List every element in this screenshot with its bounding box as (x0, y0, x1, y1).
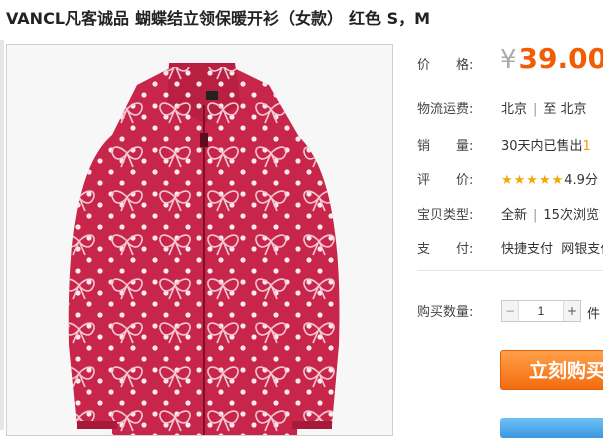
ship-to[interactable]: 至 北京 (543, 102, 586, 117)
payment-value: 快捷支付 网银支付 (501, 238, 603, 257)
rating-score: 4.9分 (564, 173, 598, 188)
sales-count: 1 (582, 139, 591, 154)
left-border (0, 40, 4, 430)
jacket-photo (7, 45, 392, 435)
add-to-cart-button[interactable] (500, 418, 603, 438)
product-variant: 红色 S，M (349, 9, 431, 28)
divider (417, 270, 603, 271)
ship-from: 北京 (501, 102, 528, 117)
price-value: ¥39.00 (500, 42, 603, 75)
price-amount: 39.00 (518, 42, 603, 75)
brand-name: VANCL凡客诚品 (6, 9, 130, 28)
increase-button[interactable]: + (563, 301, 580, 321)
payment-label: 支 付: (417, 242, 474, 257)
currency-symbol: ¥ (500, 45, 517, 75)
product-name: 蝴蝶结立领保暖开衫（女款） (135, 9, 344, 28)
quantity-unit: 件 (587, 307, 601, 322)
price-label: 价 格: (417, 58, 474, 73)
quantity-label: 购买数量: (417, 305, 474, 320)
sales-value: 30天内已售出1 (501, 139, 591, 154)
decrease-button[interactable]: − (502, 301, 519, 321)
views-count: 15次浏览 (543, 208, 599, 223)
type-label: 宝贝类型: (417, 208, 474, 223)
shipping-value: 北京 | 至 北京 (501, 102, 587, 117)
rating-label: 评 价: (417, 173, 474, 188)
buy-now-button[interactable]: 立刻购买 (500, 350, 603, 390)
type-value: 全新 | 15次浏览 (501, 208, 599, 223)
product-title: VANCL凡客诚品 蝴蝶结立领保暖开衫（女款） 红色 S，M (6, 5, 430, 29)
star-rating-icon: ★★★★★ (501, 173, 565, 188)
payment-quick[interactable]: 快捷支付 (501, 242, 553, 257)
sales-label: 销 量: (417, 139, 474, 154)
product-image[interactable] (6, 44, 393, 436)
quantity-stepper: − + (501, 300, 581, 322)
shipping-label: 物流运费: (417, 102, 474, 117)
payment-bank[interactable]: 网银支付 (561, 242, 603, 257)
rating-value[interactable]: ★★★★★4.9分 (501, 169, 598, 188)
quantity-input[interactable] (519, 301, 563, 321)
